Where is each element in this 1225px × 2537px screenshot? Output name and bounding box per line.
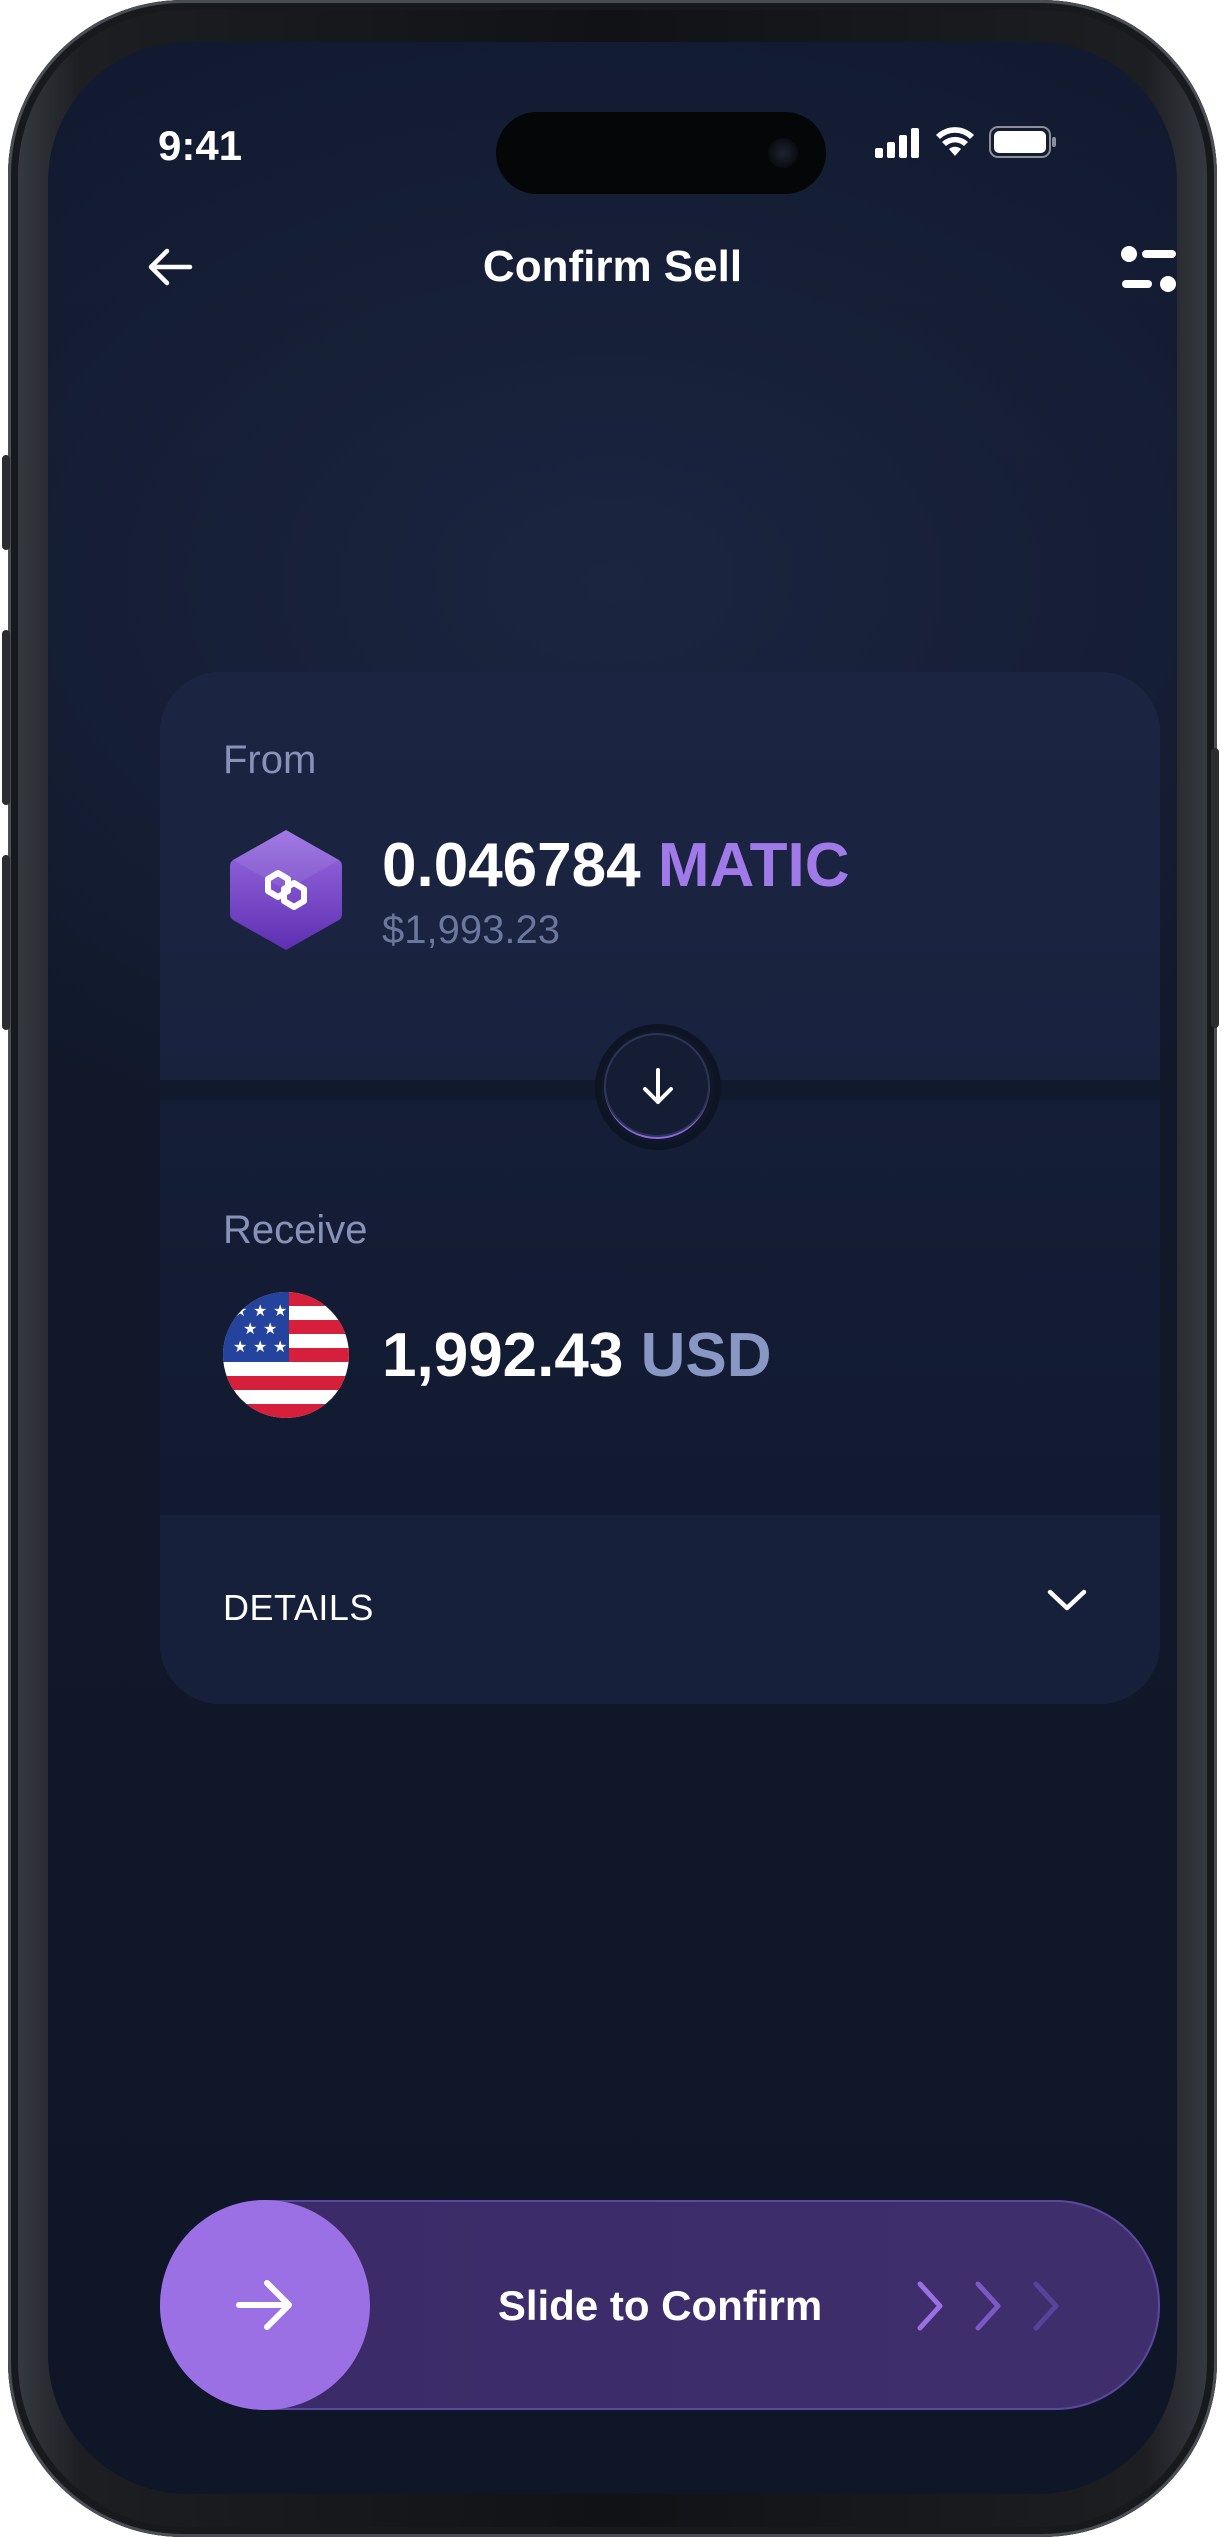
- sliders-icon: [1121, 246, 1176, 292]
- page-title: Confirm Sell: [482, 242, 743, 291]
- from-label: From: [223, 738, 317, 782]
- settings-button[interactable]: [1120, 242, 1177, 296]
- silent-switch: [2, 455, 10, 550]
- svg-text:★: ★: [233, 1337, 247, 1356]
- status-time: 9:41: [158, 122, 243, 169]
- app-screen: 9:41 Confirm Sell From 0.046784 MATIC $1…: [48, 42, 1177, 2494]
- slider-chevrons: [912, 2280, 1064, 2332]
- polygon-icon: [228, 827, 344, 953]
- from-symbol: MATIC: [657, 831, 850, 900]
- svg-text:★: ★: [253, 1301, 267, 1320]
- svg-text:★: ★: [253, 1337, 267, 1356]
- chevron-right-icon: [917, 2281, 943, 2331]
- power-button: [1211, 748, 1219, 1028]
- battery-icon: [989, 126, 1056, 158]
- details-label: DETAILS: [223, 1587, 374, 1628]
- volume-down-button: [2, 855, 10, 1030]
- receive-currency: USD: [640, 1321, 772, 1390]
- volume-up-button: [2, 630, 10, 805]
- svg-text:★: ★: [273, 1337, 287, 1356]
- dynamic-island: [496, 112, 826, 194]
- signal-icon: [875, 128, 919, 158]
- svg-text:★: ★: [273, 1301, 287, 1320]
- receive-amount: 1,992.43 USD: [382, 1320, 771, 1391]
- slide-to-confirm[interactable]: Slide to Confirm: [160, 2200, 1160, 2410]
- from-amount-value: 0.046784: [382, 831, 641, 900]
- wifi-icon: [936, 127, 974, 156]
- camera-icon: [768, 138, 798, 168]
- chevron-right-icon: [975, 2281, 1001, 2331]
- us-flag-icon: ★ ★ ★ ★ ★ ★ ★ ★: [223, 1292, 349, 1418]
- svg-text:★: ★: [263, 1319, 277, 1338]
- chevron-down-icon[interactable]: [1040, 1572, 1094, 1626]
- arrow-down-icon: [643, 1068, 673, 1104]
- from-amount: 0.046784 MATIC: [382, 830, 850, 901]
- chevron-right-icon: [1033, 2281, 1059, 2331]
- confirm-card: From 0.046784 MATIC $1,993.23 Receive ★ …: [160, 672, 1160, 1704]
- status-icons: [875, 126, 1057, 158]
- from-fiat-value: $1,993.23: [382, 908, 560, 952]
- swap-direction-button[interactable]: [601, 1030, 715, 1144]
- receive-label: Receive: [223, 1208, 368, 1252]
- receive-amount-value: 1,992.43: [382, 1321, 624, 1390]
- svg-text:★: ★: [243, 1319, 257, 1338]
